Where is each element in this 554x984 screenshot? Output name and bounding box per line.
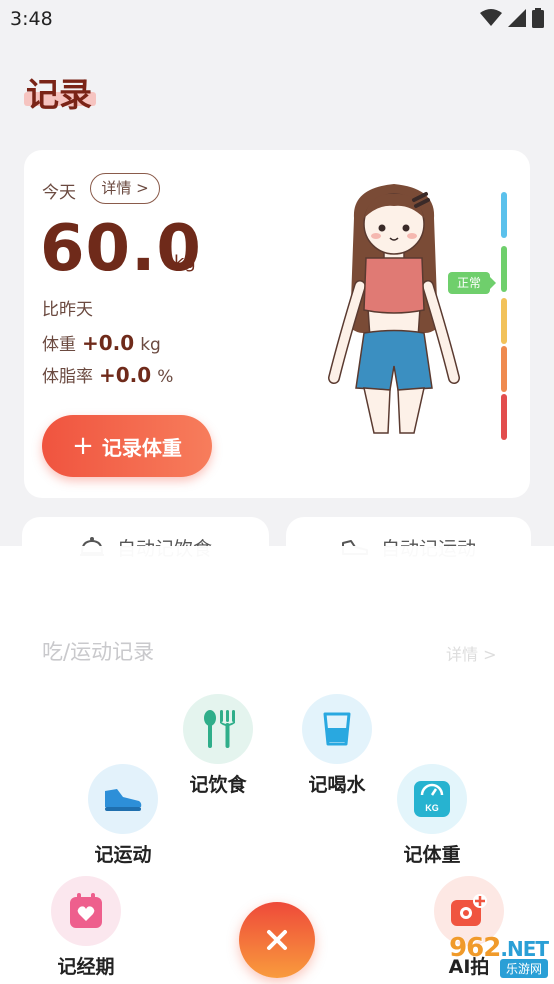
exercise-label: 记运动 — [94, 844, 152, 866]
weight-card[interactable]: 今天 详情 > 60.0 kg 比昨天 体重 +0.0 kg 体脂率 +0.0 … — [24, 150, 530, 498]
watermark-sub: 乐游网 — [499, 959, 548, 978]
scale-bar-5 — [501, 394, 507, 440]
watermark-logo: 962.NET 乐游网 — [449, 933, 549, 978]
water-glass-icon — [323, 712, 351, 746]
status-tag: 正常 — [448, 272, 496, 294]
records-title: 吃/运动记录 — [42, 640, 155, 664]
signal-icon — [508, 9, 526, 27]
weight-detail-button[interactable]: 详情 > — [90, 173, 160, 204]
weight-circle: KG — [397, 764, 467, 834]
record-weight-button[interactable]: + 记录体重 — [42, 415, 212, 477]
svg-text:KG: KG — [425, 803, 439, 813]
battery-icon — [532, 8, 544, 28]
record-weight-label: 记录体重 — [101, 435, 182, 460]
fat-delta-label: 体脂率 — [42, 367, 93, 387]
diet-label: 记饮食 — [189, 774, 247, 796]
scale-bar-3 — [501, 298, 507, 344]
watermark-net: .NET — [500, 937, 549, 961]
scale-bar-4 — [501, 346, 507, 392]
scale-bar-2 — [501, 246, 507, 292]
weight-unit: kg — [174, 252, 196, 273]
weight-value: 60.0 — [40, 212, 202, 286]
weight-delta-unit: kg — [140, 335, 161, 355]
status-icons — [480, 8, 544, 28]
diet-circle — [183, 694, 253, 764]
diet-action[interactable]: 记饮食 — [183, 694, 253, 797]
body-figure-illustration — [328, 184, 460, 434]
status-bar: 3:48 — [0, 0, 554, 40]
today-label: 今天 — [42, 183, 76, 203]
watermark-number: 962 — [449, 933, 501, 963]
weight-delta-label: 体重 — [42, 335, 76, 355]
period-action[interactable]: 记经期 — [51, 876, 121, 979]
period-circle — [51, 876, 121, 946]
camera-plus-icon — [451, 894, 487, 926]
water-label: 记喝水 — [308, 774, 366, 796]
page-title: 记录 — [26, 75, 92, 114]
water-action[interactable]: 记喝水 — [302, 694, 372, 797]
close-icon — [267, 930, 287, 950]
exercise-circle — [88, 764, 158, 834]
fat-delta-row: 体脂率 +0.0 % — [42, 362, 173, 387]
period-label: 记经期 — [57, 956, 115, 978]
weight-action[interactable]: KG 记体重 — [397, 764, 467, 867]
fork-spoon-icon — [204, 710, 235, 748]
fat-delta-unit: % — [157, 367, 174, 387]
scale-bar-1 — [501, 192, 507, 238]
wifi-icon — [480, 9, 502, 26]
weight-delta-value: +0.0 — [82, 331, 135, 355]
sneaker-icon — [105, 789, 142, 811]
compare-label: 比昨天 — [42, 300, 93, 320]
status-time: 3:48 — [10, 8, 53, 30]
water-circle — [302, 694, 372, 764]
records-detail-link[interactable]: 详情 > — [446, 641, 497, 665]
fat-delta-value: +0.0 — [99, 363, 152, 387]
weight-delta-row: 体重 +0.0 kg — [42, 330, 161, 355]
exercise-action[interactable]: 记运动 — [88, 764, 158, 867]
close-button[interactable] — [239, 902, 315, 978]
calendar-heart-icon — [70, 893, 102, 928]
weight-label: 记体重 — [403, 844, 461, 866]
scale-icon: KG — [414, 781, 450, 817]
plus-icon: + — [72, 431, 94, 461]
